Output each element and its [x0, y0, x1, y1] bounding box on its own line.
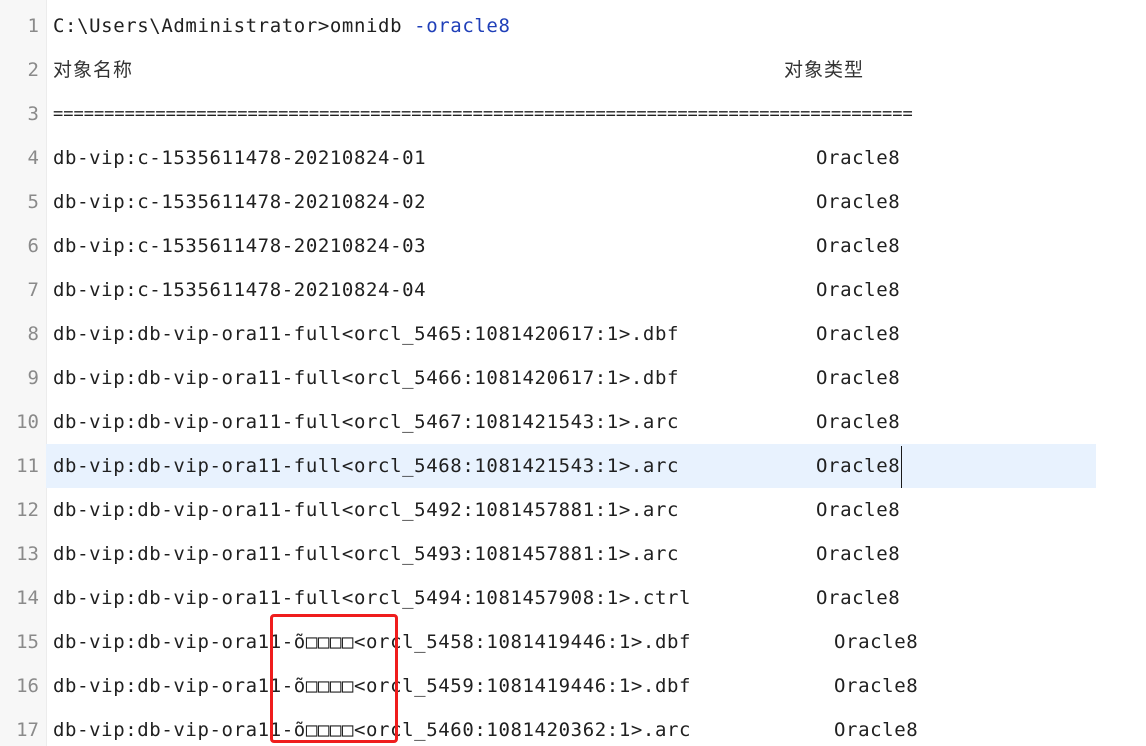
line-number: 7 [27, 279, 39, 301]
editor-lines: 1 C:\Users\Administrator>omnidb -oracle8… [0, 4, 1146, 746]
line-number: 1 [27, 15, 39, 37]
line-number: 12 [16, 499, 39, 521]
object-name: db-vip:db-vip-ora11-full<orcl_5468:10814… [53, 455, 680, 477]
editor-line[interactable]: 15 db-vip:db-vip-ora11-õ□□□□<orcl_5458:1… [0, 620, 1146, 664]
object-type: Oracle8 [816, 367, 901, 389]
command-text: C:\Users\Administrator>omnidb -oracle8 [53, 4, 510, 48]
line-number: 9 [27, 367, 39, 389]
object-name: db-vip:db-vip-ora11-full<orcl_5493:10814… [53, 543, 680, 565]
object-name: db-vip:c-1535611478-20210824-03 [53, 235, 427, 257]
object-name-header: 对象名称 [53, 59, 134, 81]
object-type: Oracle8 [816, 499, 901, 521]
editor-line[interactable]: 7 db-vip:c-1535611478-20210824-04 Oracle… [0, 268, 1146, 312]
line-number: 14 [16, 587, 39, 609]
text-editor[interactable]: 1 C:\Users\Administrator>omnidb -oracle8… [0, 0, 1146, 746]
line-number: 16 [16, 675, 39, 697]
object-type: Oracle8 [816, 323, 901, 345]
editor-line[interactable]: 10 db-vip:db-vip-ora11-full<orcl_5467:10… [0, 400, 1146, 444]
object-name: db-vip:db-vip-ora11-full<orcl_5467:10814… [53, 411, 680, 433]
line-number: 13 [16, 543, 39, 565]
editor-line[interactable]: 4 db-vip:c-1535611478-20210824-01 Oracle… [0, 136, 1146, 180]
object-type: Oracle8 [834, 719, 919, 741]
editor-line[interactable]: 12 db-vip:db-vip-ora11-full<orcl_5492:10… [0, 488, 1146, 532]
object-name: db-vip:c-1535611478-20210824-01 [53, 147, 427, 169]
object-name: db-vip:c-1535611478-20210824-02 [53, 191, 427, 213]
line-number: 6 [27, 235, 39, 257]
object-type: Oracle8 [816, 191, 901, 213]
garbled-text-highlight-box [270, 614, 398, 743]
line-number: 15 [16, 631, 39, 653]
editor-line[interactable]: 2 对象名称 对象类型 [0, 48, 1146, 92]
object-type: Oracle8 [816, 543, 901, 565]
editor-line[interactable]: 17 db-vip:db-vip-ora11-õ□□□□<orcl_5460:1… [0, 708, 1146, 746]
object-type: Oracle8 [834, 675, 919, 697]
line-number: 17 [16, 719, 39, 741]
line-number: 11 [16, 455, 39, 477]
command-flag: -oracle8 [414, 15, 511, 37]
editor-line[interactable]: 13 db-vip:db-vip-ora11-full<orcl_5493:10… [0, 532, 1146, 576]
object-name: db-vip:c-1535611478-20210824-04 [53, 279, 427, 301]
line-number: 3 [27, 103, 39, 125]
editor-line[interactable]: 14 db-vip:db-vip-ora11-full<orcl_5494:10… [0, 576, 1146, 620]
editor-line[interactable]: 1 C:\Users\Administrator>omnidb -oracle8 [0, 4, 1146, 48]
separator-line: ========================================… [53, 104, 913, 124]
object-type: Oracle8 [834, 631, 919, 653]
editor-line[interactable]: 8 db-vip:db-vip-ora11-full<orcl_5465:108… [0, 312, 1146, 356]
object-type: Oracle8 [816, 455, 901, 477]
object-type: Oracle8 [816, 235, 901, 257]
editor-line[interactable]: 9 db-vip:db-vip-ora11-full<orcl_5466:108… [0, 356, 1146, 400]
editor-line[interactable]: 5 db-vip:c-1535611478-20210824-02 Oracle… [0, 180, 1146, 224]
object-name: db-vip:db-vip-ora11-full<orcl_5492:10814… [53, 499, 680, 521]
object-type-header: 对象类型 [784, 59, 865, 81]
line-number: 4 [27, 147, 39, 169]
object-type: Oracle8 [816, 411, 901, 433]
object-name: db-vip:db-vip-ora11-full<orcl_5466:10814… [53, 367, 680, 389]
line-number: 8 [27, 323, 39, 345]
object-type: Oracle8 [816, 147, 901, 169]
object-type: Oracle8 [816, 587, 901, 609]
editor-line-active[interactable]: 11 db-vip:db-vip-ora11-full<orcl_5468:10… [0, 444, 1146, 488]
editor-line[interactable]: 3 ======================================… [0, 92, 1146, 136]
line-number: 10 [16, 411, 39, 433]
command-prompt: C:\Users\Administrator>omnidb [53, 15, 415, 37]
object-type: Oracle8 [816, 279, 901, 301]
editor-line[interactable]: 16 db-vip:db-vip-ora11-õ□□□□<orcl_5459:1… [0, 664, 1146, 708]
line-number: 5 [27, 191, 39, 213]
editor-line[interactable]: 6 db-vip:c-1535611478-20210824-03 Oracle… [0, 224, 1146, 268]
text-cursor [901, 446, 902, 488]
line-number: 2 [27, 59, 39, 81]
object-name: db-vip:db-vip-ora11-full<orcl_5465:10814… [53, 323, 680, 345]
